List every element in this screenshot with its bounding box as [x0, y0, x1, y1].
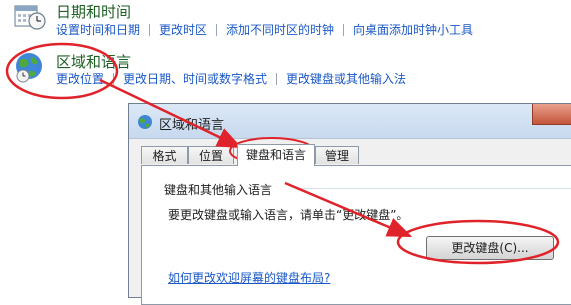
- globe-clock-icon: [12, 51, 48, 85]
- globe-icon: [137, 114, 153, 130]
- link-change-location[interactable]: 更改位置: [56, 70, 104, 87]
- region-links: 更改位置 更改日期、时间或数字格式 更改键盘或其他输入法: [56, 70, 406, 87]
- link-set-time-date[interactable]: 设置时间和日期: [56, 21, 140, 38]
- tab-administrative[interactable]: 管理: [315, 146, 359, 164]
- link-separator: [343, 23, 345, 36]
- welcome-screen-keyboard-help-link[interactable]: 如何更改欢迎屏幕的键盘布局?: [168, 269, 330, 286]
- close-button[interactable]: [532, 104, 571, 125]
- region-language-dialog: 区域和语言 格式 位置 键盘和语言 管理 键盘和其他输入语言 要更改键盘或输入语…: [128, 103, 571, 305]
- change-keyboards-button[interactable]: 更改键盘(C)...: [426, 236, 554, 260]
- datetime-heading[interactable]: 日期和时间: [56, 1, 131, 22]
- dialog-titlebar[interactable]: 区域和语言: [129, 104, 571, 139]
- link-add-clock-gadget[interactable]: 向桌面添加时钟小工具: [353, 21, 473, 38]
- group-title: 键盘和其他输入语言: [164, 183, 273, 197]
- dialog-title: 区域和语言: [159, 118, 225, 133]
- tab-formats[interactable]: 格式: [141, 146, 188, 164]
- link-add-clocks[interactable]: 添加不同时区的时钟: [226, 21, 334, 38]
- link-change-keyboards[interactable]: 更改键盘或其他输入法: [286, 70, 406, 87]
- link-separator: [276, 72, 278, 85]
- datetime-links: 设置时间和日期 更改时区 添加不同时区的时钟 向桌面添加时钟小工具: [56, 21, 473, 38]
- group-divider: [296, 188, 571, 189]
- tab-keyboards-languages[interactable]: 键盘和语言: [237, 144, 315, 166]
- tab-location[interactable]: 位置: [188, 146, 234, 164]
- link-separator: [113, 72, 115, 85]
- link-change-formats[interactable]: 更改日期、时间或数字格式: [123, 70, 267, 87]
- group-description: 要更改键盘或输入语言，请单击“更改键盘”。: [168, 208, 409, 222]
- region-heading[interactable]: 区域和语言: [56, 51, 131, 72]
- link-change-timezone[interactable]: 更改时区: [159, 21, 207, 38]
- link-separator: [216, 23, 218, 36]
- tab-panel: 键盘和其他输入语言 要更改键盘或输入语言，请单击“更改键盘”。 更改键盘(C).…: [141, 165, 571, 305]
- link-separator: [149, 23, 151, 36]
- calendar-clock-icon: [13, 2, 47, 32]
